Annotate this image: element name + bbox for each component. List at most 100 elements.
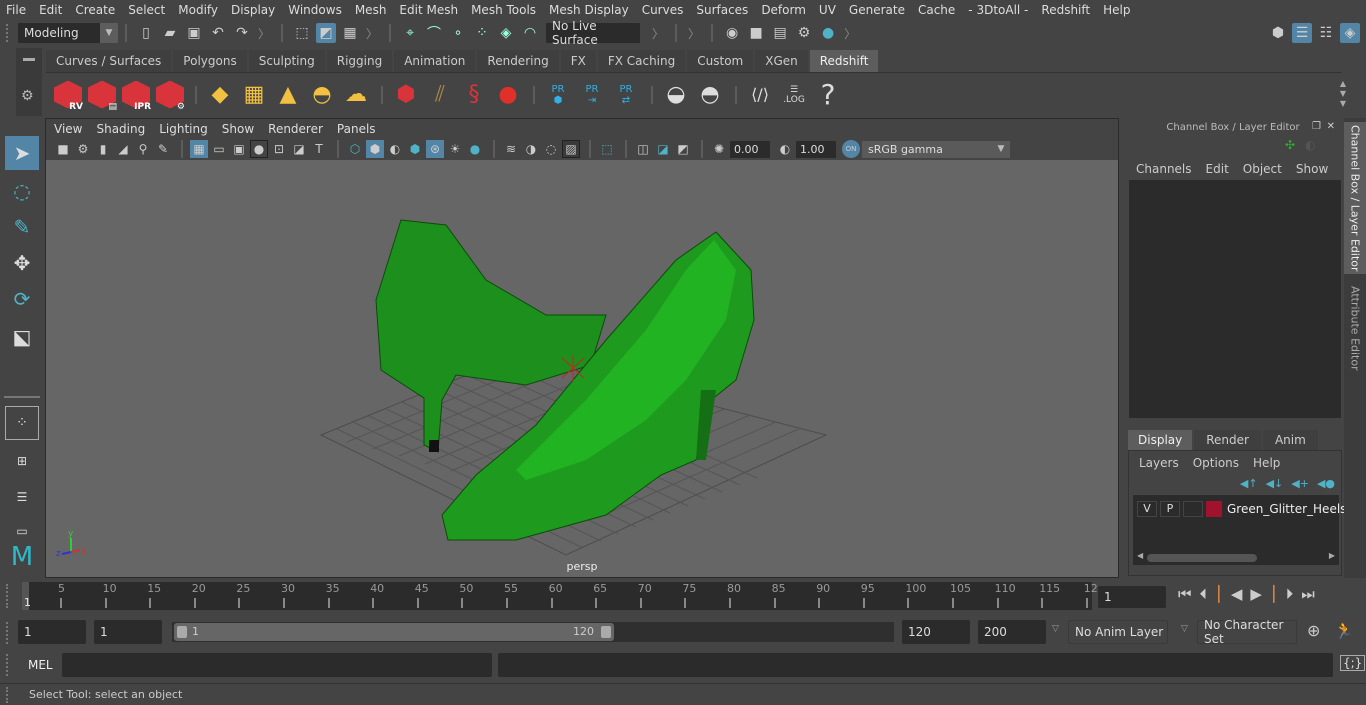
playback-start-field[interactable]: 1: [94, 620, 162, 644]
proxy-icon[interactable]: ⬢: [390, 78, 422, 112]
move-layer-up-icon[interactable]: ◀↑: [1240, 477, 1258, 490]
gear-icon[interactable]: ⚙: [21, 88, 34, 104]
wireframe-on-shaded-icon[interactable]: ⬢: [406, 140, 424, 158]
shelf-tab-redshift[interactable]: Redshift: [809, 50, 879, 72]
menu-display[interactable]: Display: [231, 3, 275, 17]
horizontal-scrollbar[interactable]: ◀ ▶: [1137, 551, 1335, 563]
auto-key-icon[interactable]: ⊕: [1307, 621, 1320, 640]
open-scene-icon[interactable]: ▰: [160, 23, 180, 43]
scale-tool-icon[interactable]: ⬕: [5, 320, 39, 354]
collapse-arrow-icon[interactable]: 〉: [366, 25, 378, 42]
play-forwards-icon[interactable]: ▶: [1250, 585, 1262, 603]
layer-name[interactable]: Green_Glitter_Heels: [1227, 502, 1346, 516]
playback-toggle[interactable]: P: [1160, 501, 1180, 517]
go-to-end-icon[interactable]: ⏭: [1301, 585, 1315, 603]
cb-menu-show[interactable]: Show: [1296, 162, 1328, 176]
wireframe-icon[interactable]: ⬡: [346, 140, 364, 158]
redshift-batch-render-icon[interactable]: ▤: [86, 78, 118, 112]
redshift-render-view-icon[interactable]: RV: [52, 78, 84, 112]
safe-title-icon[interactable]: T: [310, 140, 328, 158]
render-view-icon[interactable]: ◉: [722, 23, 742, 43]
vp-menu-shading[interactable]: Shading: [96, 122, 145, 136]
default-material-icon[interactable]: ◐: [386, 140, 404, 158]
snap-point-icon[interactable]: ∘: [448, 23, 468, 43]
select-hierarchy-icon[interactable]: ⬚: [292, 23, 312, 43]
log-icon[interactable]: ☰ .LOG: [778, 78, 810, 112]
grid-icon[interactable]: ▦: [190, 140, 208, 158]
vp-menu-renderer[interactable]: Renderer: [268, 122, 323, 136]
color-management-toggle[interactable]: ON: [842, 140, 860, 158]
grip-handle[interactable]: [6, 654, 12, 676]
layer-color-swatch[interactable]: [1206, 501, 1222, 517]
vp-menu-show[interactable]: Show: [222, 122, 254, 136]
safe-action-icon[interactable]: ◪: [290, 140, 308, 158]
grease-pencil-icon[interactable]: ✎: [154, 140, 172, 158]
camera-attributes-icon[interactable]: ⚙: [74, 140, 92, 158]
vp-menu-lighting[interactable]: Lighting: [159, 122, 208, 136]
menu-create[interactable]: Create: [75, 3, 115, 17]
redshift-settings-icon[interactable]: ⚙: [154, 78, 186, 112]
tool-settings-toggle-icon[interactable]: ☷: [1316, 23, 1336, 43]
mode-selector[interactable]: Modeling: [18, 23, 100, 43]
menu-surfaces[interactable]: Surfaces: [696, 3, 748, 17]
menu-mesh-tools[interactable]: Mesh Tools: [471, 3, 536, 17]
ipr-render-icon[interactable]: ▤: [770, 23, 790, 43]
use-all-lights-icon[interactable]: ☀: [446, 140, 464, 158]
rs-sphere-icon[interactable]: ●: [492, 78, 524, 112]
snap-surface-icon[interactable]: ◈: [496, 23, 516, 43]
animation-end-field[interactable]: 200: [978, 620, 1046, 644]
gamma-icon[interactable]: ◐: [776, 140, 794, 158]
menu-modify[interactable]: Modify: [178, 3, 218, 17]
gamma-field[interactable]: 1.00: [796, 140, 836, 158]
menu-mesh[interactable]: Mesh: [355, 3, 387, 17]
layer-row[interactable]: V P Green_Glitter_Heels: [1137, 501, 1346, 517]
help-icon[interactable]: ?: [812, 78, 844, 112]
menu-curves[interactable]: Curves: [642, 3, 684, 17]
rotate-tool-icon[interactable]: ⟳: [5, 282, 39, 316]
render-current-frame-icon[interactable]: ■: [746, 23, 766, 43]
exposure-field[interactable]: 0.00: [730, 140, 770, 158]
grip-handle[interactable]: [6, 24, 12, 42]
menu-edit[interactable]: Edit: [39, 3, 62, 17]
script-editor-icon[interactable]: ⟨/⟩: [744, 78, 776, 112]
rs-object-icon[interactable]: §: [458, 78, 490, 112]
go-to-start-icon[interactable]: ⏮: [1178, 585, 1192, 603]
animation-preferences-icon[interactable]: 🏃: [1334, 621, 1354, 640]
script-editor-icon[interactable]: {;}: [1340, 655, 1366, 671]
smooth-shade-icon[interactable]: ⬢: [366, 140, 384, 158]
pr-proxy-icon[interactable]: PR ⬢: [542, 78, 574, 112]
menu-3dtoall[interactable]: - 3DtoAll -: [968, 3, 1028, 17]
ambient-occlusion-icon[interactable]: ≋: [502, 140, 520, 158]
collapse-arrow-icon[interactable]: 〉: [688, 25, 700, 42]
collapse-arrow-icon[interactable]: 〉: [258, 25, 270, 42]
float-panel-icon[interactable]: ❐: [1312, 121, 1321, 132]
bake-multi-icon[interactable]: ◒: [660, 78, 692, 112]
snap-curve-icon[interactable]: ⌒: [424, 23, 444, 43]
cb-menu-edit[interactable]: Edit: [1206, 162, 1229, 176]
mel-label[interactable]: MEL: [28, 658, 53, 672]
shelf-tab-fx[interactable]: FX: [560, 50, 596, 72]
chevron-down-icon[interactable]: ▼: [100, 23, 118, 43]
hypershade-icon[interactable]: ●: [818, 23, 838, 43]
cb-menu-object[interactable]: Object: [1243, 162, 1282, 176]
menu-select[interactable]: Select: [128, 3, 165, 17]
layer-menu-help[interactable]: Help: [1253, 456, 1280, 470]
side-tab-attribute-editor[interactable]: Attribute Editor: [1344, 278, 1366, 378]
layer-menu-options[interactable]: Options: [1193, 456, 1239, 470]
cb-menu-channels[interactable]: Channels: [1136, 162, 1192, 176]
render-settings-icon[interactable]: ⚙: [794, 23, 814, 43]
vp-menu-view[interactable]: View: [54, 122, 82, 136]
select-object-icon[interactable]: ◩: [316, 23, 337, 43]
make-live-icon[interactable]: ◠: [520, 23, 540, 43]
rect-light-icon[interactable]: ◆: [204, 78, 236, 112]
anti-aliasing-icon[interactable]: ◌: [542, 140, 560, 158]
camera-icon[interactable]: ■: [54, 140, 72, 158]
textured-icon[interactable]: ⊛: [426, 140, 444, 158]
range-start-handle[interactable]: [177, 626, 187, 638]
menu-redshift[interactable]: Redshift: [1041, 3, 1090, 17]
save-scene-icon[interactable]: ▣: [184, 23, 204, 43]
command-input[interactable]: [62, 653, 492, 677]
move-tool-icon[interactable]: ✥: [5, 246, 39, 280]
new-layer-icon[interactable]: ◀+: [1291, 477, 1309, 490]
step-forward-frame-icon[interactable]: ⏵: [1286, 585, 1294, 603]
